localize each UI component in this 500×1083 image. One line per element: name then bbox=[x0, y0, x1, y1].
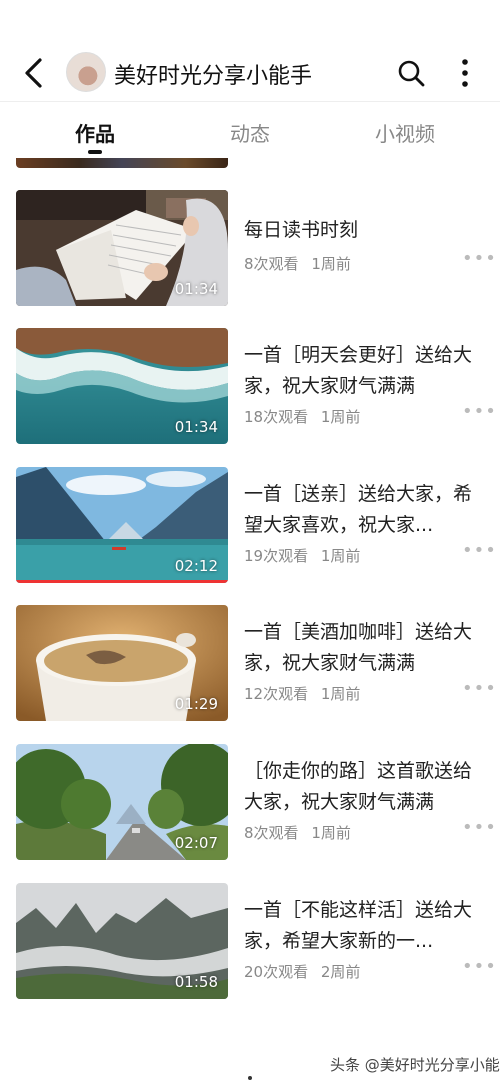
video-list-item[interactable]: 01:34 每日读书时刻 8次观看 1周前 ••• bbox=[0, 190, 500, 308]
page-title: 美好时光分享小能手 bbox=[114, 64, 313, 89]
video-thumbnail[interactable]: 01:34 bbox=[16, 328, 228, 444]
video-thumbnail[interactable]: 01:29 bbox=[16, 605, 228, 721]
video-title[interactable]: 一首［明天会更好］送给大家，祝大家财气满满 bbox=[244, 340, 484, 402]
video-list-item[interactable]: 02:07 ［你走你的路］这首歌送给大家，祝大家财气满满 8次观看 1周前 ••… bbox=[0, 744, 500, 862]
video-title[interactable]: ［你走你的路］这首歌送给大家，祝大家财气满满 bbox=[244, 756, 484, 818]
watch-progress-bar bbox=[16, 580, 228, 583]
publish-time: 1周前 bbox=[320, 685, 361, 703]
watermark-text: 头条 @美好时光分享小能手 bbox=[330, 1056, 500, 1074]
tab-activity[interactable]: 动态 bbox=[205, 118, 295, 147]
publish-time: 1周前 bbox=[311, 824, 351, 842]
video-meta: 8次观看 1周前 bbox=[244, 253, 351, 274]
view-count: 19次观看 bbox=[244, 547, 309, 565]
more-horizontal-icon[interactable]: ••• bbox=[462, 248, 497, 269]
more-horizontal-icon[interactable]: ••• bbox=[462, 956, 497, 977]
video-meta: 8次观看 1周前 bbox=[244, 822, 351, 843]
publish-time: 1周前 bbox=[320, 547, 361, 565]
video-meta: 12次观看 1周前 bbox=[244, 683, 360, 704]
top-bar: 美好时光分享小能手 bbox=[0, 0, 500, 102]
video-list-item[interactable]: 01:29 一首［美酒加咖啡］送给大家，祝大家财气满满 12次观看 1周前 ••… bbox=[0, 605, 500, 723]
video-thumbnail[interactable]: 01:58 bbox=[16, 883, 228, 999]
video-duration: 01:58 bbox=[174, 973, 218, 991]
video-meta: 18次观看 1周前 bbox=[244, 406, 360, 427]
video-thumbnail[interactable]: 02:12 bbox=[16, 467, 228, 583]
video-duration: 02:07 bbox=[174, 834, 218, 852]
video-duration: 01:34 bbox=[174, 280, 218, 298]
active-tab-indicator bbox=[88, 150, 102, 154]
video-thumbnail[interactable]: 01:34 bbox=[16, 190, 228, 306]
video-meta: 19次观看 1周前 bbox=[244, 545, 360, 566]
more-horizontal-icon[interactable]: ••• bbox=[462, 540, 497, 561]
more-horizontal-icon[interactable]: ••• bbox=[462, 817, 497, 838]
video-title[interactable]: 一首［美酒加咖啡］送给大家，祝大家财气满满 bbox=[244, 617, 484, 679]
publish-time: 1周前 bbox=[311, 255, 351, 273]
publish-time: 1周前 bbox=[320, 408, 361, 426]
tab-short-video[interactable]: 小视频 bbox=[360, 118, 450, 147]
video-duration: 01:29 bbox=[174, 695, 218, 713]
view-count: 20次观看 bbox=[244, 963, 309, 981]
tab-works[interactable]: 作品 bbox=[50, 118, 140, 147]
video-title[interactable]: 每日读书时刻 bbox=[244, 215, 484, 246]
back-arrow-icon[interactable] bbox=[18, 56, 48, 90]
avatar[interactable] bbox=[66, 52, 106, 92]
view-count: 8次观看 bbox=[244, 824, 299, 842]
video-thumbnail[interactable]: 02:07 bbox=[16, 744, 228, 860]
video-title[interactable]: 一首［不能这样活］送给大家，希望大家新的一... bbox=[244, 895, 484, 957]
video-list-item[interactable]: 01:58 一首［不能这样活］送给大家，希望大家新的一... 20次观看 2周前… bbox=[0, 883, 500, 1001]
video-meta: 20次观看 2周前 bbox=[244, 961, 360, 982]
view-count: 18次观看 bbox=[244, 408, 309, 426]
home-indicator bbox=[248, 1076, 252, 1080]
partial-video-thumbnail[interactable] bbox=[16, 158, 228, 168]
video-list-item[interactable]: 02:12 一首［送亲］送给大家，希望大家喜欢，祝大家... 19次观看 1周前… bbox=[0, 467, 500, 585]
view-count: 12次观看 bbox=[244, 685, 309, 703]
view-count: 8次观看 bbox=[244, 255, 299, 273]
video-title[interactable]: 一首［送亲］送给大家，希望大家喜欢，祝大家... bbox=[244, 479, 484, 541]
video-duration: 01:34 bbox=[174, 418, 218, 436]
search-icon[interactable] bbox=[396, 58, 426, 88]
tab-bar: 作品 动态 小视频 bbox=[0, 102, 500, 158]
more-horizontal-icon[interactable]: ••• bbox=[462, 401, 497, 422]
video-list-item[interactable]: 01:34 一首［明天会更好］送给大家，祝大家财气满满 18次观看 1周前 ••… bbox=[0, 328, 500, 446]
publish-time: 2周前 bbox=[320, 963, 361, 981]
more-vertical-icon[interactable] bbox=[452, 58, 478, 88]
more-horizontal-icon[interactable]: ••• bbox=[462, 678, 497, 699]
video-duration: 02:12 bbox=[174, 557, 218, 575]
